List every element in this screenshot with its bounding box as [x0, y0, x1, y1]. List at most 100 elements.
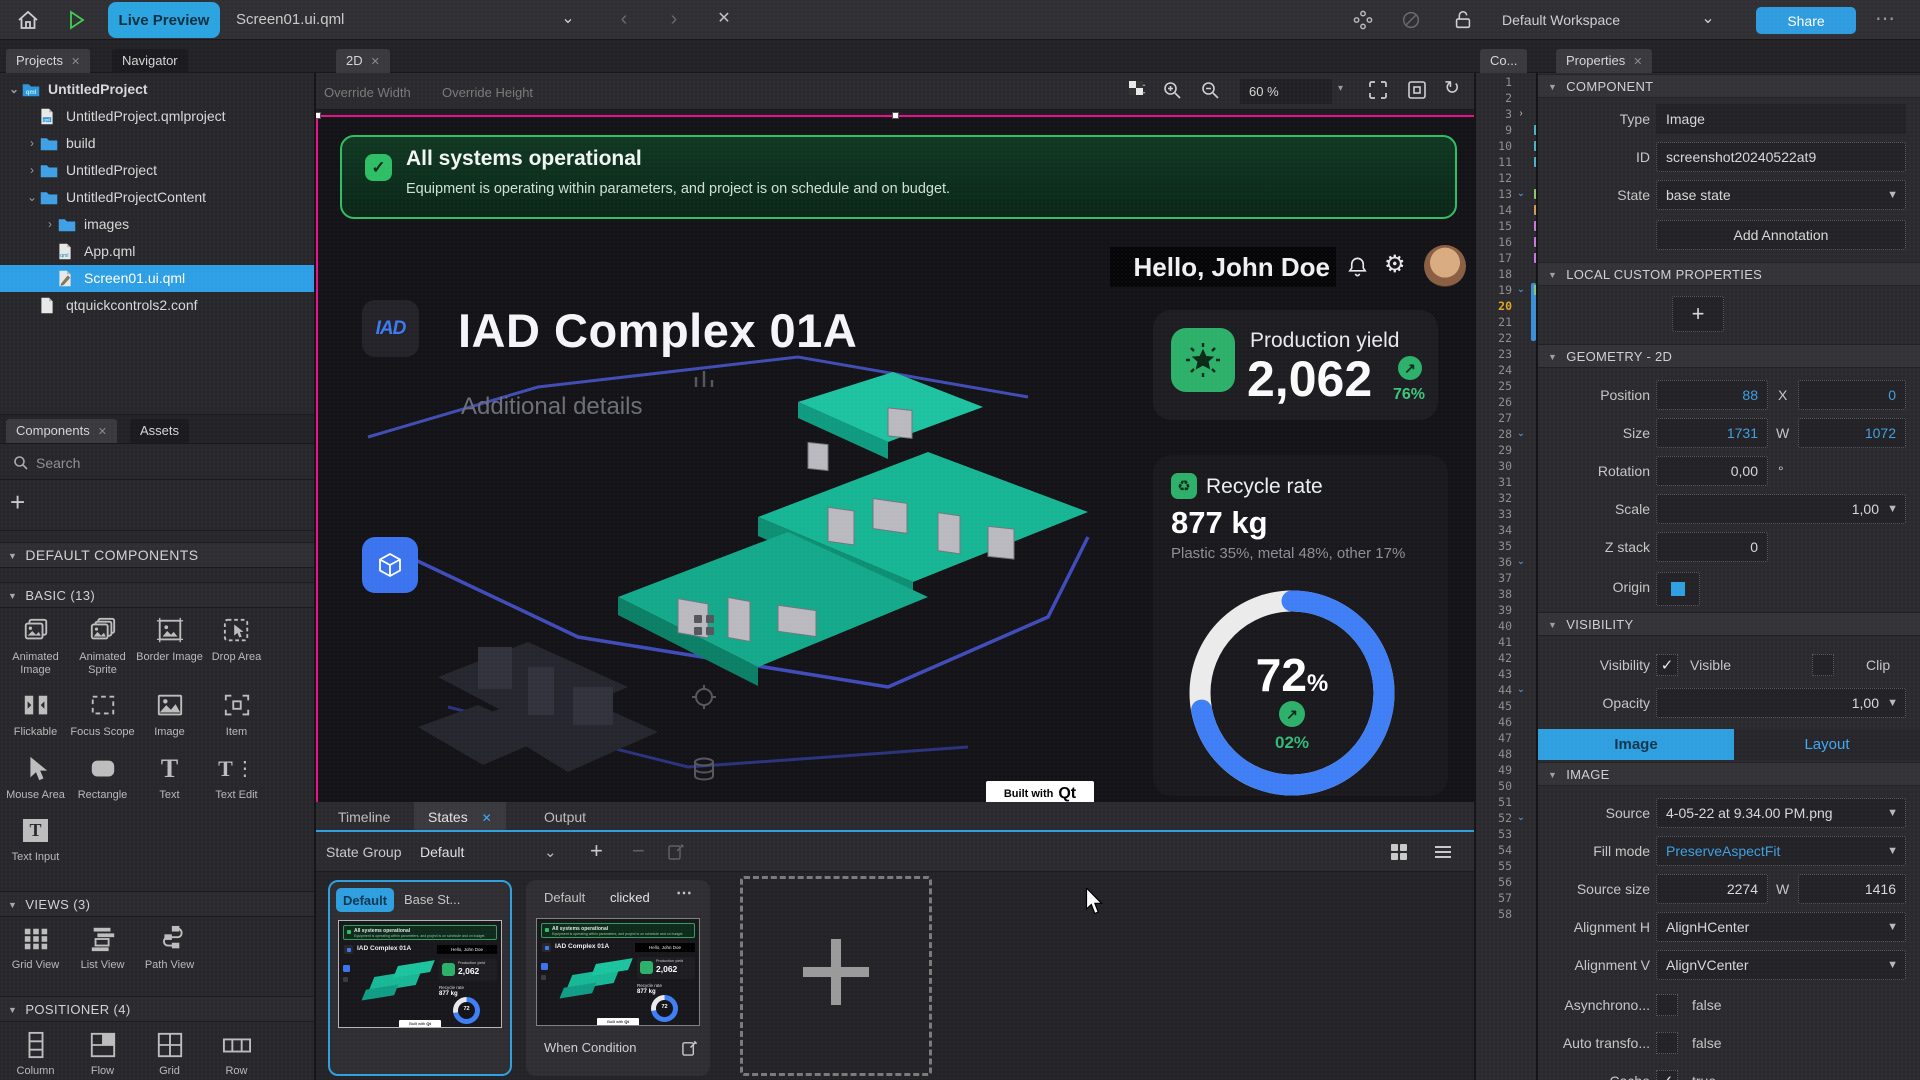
close-icon[interactable]: ✕: [712, 0, 736, 40]
zoom-in-icon[interactable]: [1162, 80, 1182, 100]
line-number-26[interactable]: 26: [1476, 394, 1512, 410]
selection-handle[interactable]: [316, 112, 321, 119]
tab-states[interactable]: States ✕: [414, 802, 506, 832]
line-number-24[interactable]: 24: [1476, 362, 1512, 378]
override-width-input[interactable]: [324, 80, 434, 104]
tree-item-untitledproject[interactable]: ›UntitledProject: [0, 157, 314, 184]
component-grid-view[interactable]: Grid View: [2, 916, 69, 978]
tab-code[interactable]: Co...: [1480, 49, 1527, 73]
rotation-field[interactable]: 0,00: [1656, 456, 1768, 486]
add-state-card[interactable]: [740, 876, 932, 1076]
line-number-35[interactable]: 35: [1476, 538, 1512, 554]
app-nav-database-icon[interactable]: [690, 755, 718, 783]
background-color-icon[interactable]: [1128, 80, 1146, 98]
line-number-2[interactable]: 2: [1476, 90, 1512, 106]
component-flow[interactable]: Flow: [69, 1022, 136, 1080]
app-nav-chart-icon[interactable]: [690, 365, 718, 393]
tree-item-qtquickcontrols2-conf[interactable]: qtquickcontrols2.conf: [0, 292, 314, 319]
tab-image[interactable]: Image: [1538, 729, 1734, 760]
line-number-39[interactable]: 39: [1476, 602, 1512, 618]
override-height-input[interactable]: [442, 80, 558, 104]
selection-handle[interactable]: [892, 112, 899, 119]
tab-assets[interactable]: Assets: [130, 419, 189, 443]
component-text-edit[interactable]: T⋮Text Edit: [203, 746, 270, 808]
section-default-components[interactable]: ▼DEFAULT COMPONENTS: [0, 542, 316, 568]
annotations-icon[interactable]: [1352, 9, 1374, 31]
component-text-input[interactable]: TText Input: [2, 808, 69, 870]
line-number-32[interactable]: 32: [1476, 490, 1512, 506]
line-number-28[interactable]: 28: [1476, 426, 1512, 442]
share-button[interactable]: Share: [1756, 7, 1856, 34]
tree-expander-icon[interactable]: ›: [42, 211, 58, 238]
component-grid[interactable]: Grid: [136, 1022, 203, 1080]
line-number-22[interactable]: 22: [1476, 330, 1512, 346]
clip-checkbox[interactable]: [1812, 654, 1834, 676]
source-size-w-field[interactable]: 2274: [1656, 874, 1768, 904]
line-number-27[interactable]: 27: [1476, 410, 1512, 426]
code-fold-icon[interactable]: ⌄: [1514, 426, 1528, 442]
tab-projects[interactable]: Projects✕: [6, 49, 90, 73]
avatar[interactable]: [1424, 245, 1466, 287]
section-views[interactable]: ▼VIEWS (3): [0, 891, 316, 917]
add-custom-property-button[interactable]: +: [1672, 296, 1724, 332]
tree-item-app-qml[interactable]: qmlApp.qml: [0, 238, 314, 265]
line-number-13[interactable]: 13: [1476, 186, 1512, 202]
source-size-h-field[interactable]: 1416: [1798, 874, 1906, 904]
tree-item-build[interactable]: ›build: [0, 130, 314, 157]
state-tag-default[interactable]: Default: [336, 888, 394, 912]
line-number-41[interactable]: 41: [1476, 634, 1512, 650]
component-animated-image[interactable]: Animated Image: [2, 608, 69, 683]
tab-layout[interactable]: Layout: [1734, 729, 1920, 760]
line-number-33[interactable]: 33: [1476, 506, 1512, 522]
state-select[interactable]: base state▼: [1656, 180, 1906, 210]
state-thumbnail[interactable]: All systems operationalEquipment is oper…: [536, 918, 700, 1026]
state-tag-base[interactable]: Base St...: [404, 888, 460, 912]
opacity-field[interactable]: 1,00▼: [1656, 688, 1906, 718]
reset-view-icon[interactable]: ↻: [1444, 77, 1460, 100]
when-condition-label[interactable]: When Condition: [544, 1040, 637, 1055]
state-clicked-label[interactable]: clicked: [610, 886, 650, 910]
line-number-57[interactable]: 57: [1476, 890, 1512, 906]
component-rectangle[interactable]: Rectangle: [69, 746, 136, 808]
add-state-button[interactable]: +: [590, 832, 603, 870]
component-column[interactable]: Column: [2, 1022, 69, 1080]
component-mouse-area[interactable]: Mouse Area: [2, 746, 69, 808]
line-number-18[interactable]: 18: [1476, 266, 1512, 282]
line-number-16[interactable]: 16: [1476, 234, 1512, 250]
section-component[interactable]: ▼COMPONENT: [1538, 74, 1920, 98]
more-menu-icon[interactable]: ⋯: [1874, 0, 1898, 40]
line-number-47[interactable]: 47: [1476, 730, 1512, 746]
tree-item-screen01-ui-qml[interactable]: Screen01.ui.qml: [0, 265, 314, 292]
line-number-19[interactable]: 19: [1476, 282, 1512, 298]
size-h-field[interactable]: 1072: [1798, 418, 1906, 448]
line-number-56[interactable]: 56: [1476, 874, 1512, 890]
asynchronous-checkbox[interactable]: [1656, 994, 1678, 1016]
component-item[interactable]: Item: [203, 683, 270, 745]
tree-item-untitledproject[interactable]: ⌄qmlUntitledProject: [0, 76, 314, 103]
tab-components[interactable]: Components✕: [6, 419, 117, 443]
workspace-selector[interactable]: Default Workspace: [1502, 0, 1620, 40]
line-number-23[interactable]: 23: [1476, 346, 1512, 362]
tree-item-images[interactable]: ›images: [0, 211, 314, 238]
line-number-31[interactable]: 31: [1476, 474, 1512, 490]
state-group-chevron-icon[interactable]: ⌄: [544, 833, 557, 873]
line-number-25[interactable]: 25: [1476, 378, 1512, 394]
line-number-12[interactable]: 12: [1476, 170, 1512, 186]
component-text[interactable]: TText: [136, 746, 203, 808]
alignment-v-select[interactable]: AlignVCenter▼: [1656, 950, 1906, 980]
search-input[interactable]: [36, 450, 296, 476]
code-gutter-column[interactable]: 123›910111213⌄141516171819⌄2021222324252…: [1474, 73, 1538, 1080]
tab-navigator[interactable]: Navigator: [112, 49, 188, 73]
fill-mode-select[interactable]: PreserveAspectFit▼: [1656, 836, 1906, 866]
line-number-49[interactable]: 49: [1476, 762, 1512, 778]
cache-checkbox[interactable]: ✓: [1656, 1070, 1678, 1080]
line-number-21[interactable]: 21: [1476, 314, 1512, 330]
component-flickable[interactable]: Flickable: [2, 683, 69, 745]
line-number-52[interactable]: 52: [1476, 810, 1512, 826]
lock-icon[interactable]: [1452, 8, 1474, 32]
line-number-53[interactable]: 53: [1476, 826, 1512, 842]
line-number-37[interactable]: 37: [1476, 570, 1512, 586]
forward-icon[interactable]: ›: [662, 0, 686, 40]
section-geometry-2d[interactable]: ▼GEOMETRY - 2D: [1538, 344, 1920, 368]
line-number-29[interactable]: 29: [1476, 442, 1512, 458]
